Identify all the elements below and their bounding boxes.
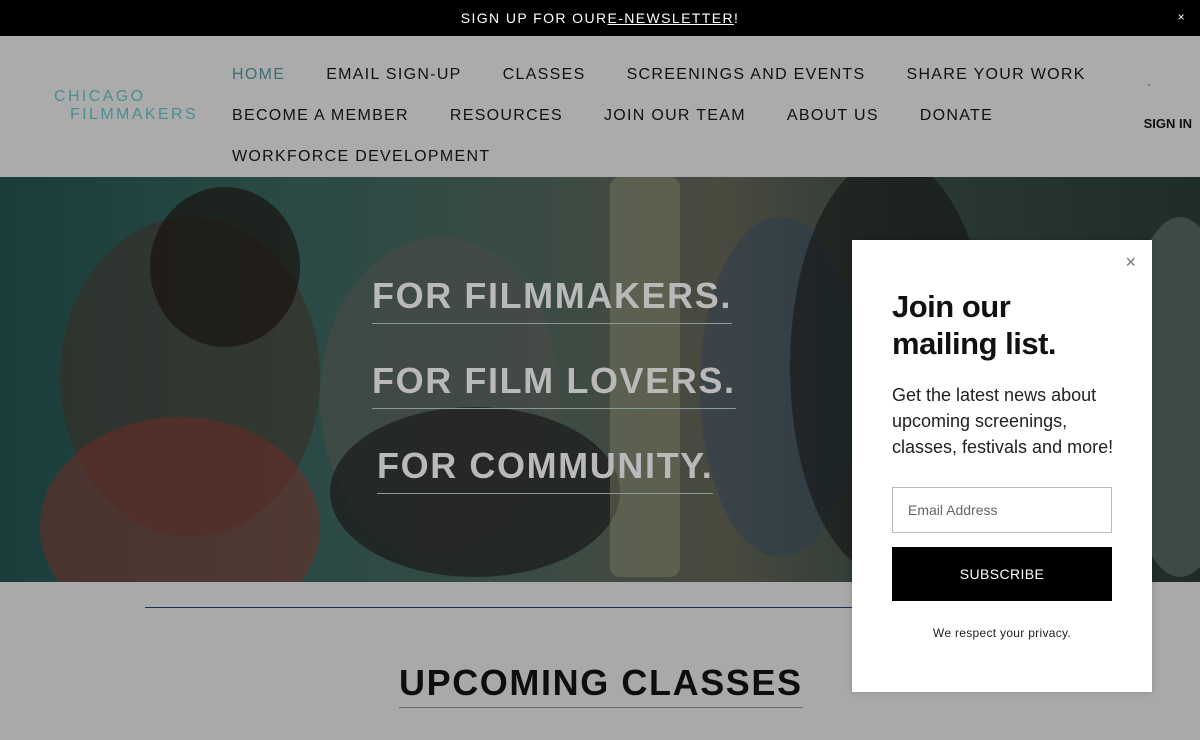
nav-item-join-team[interactable]: JOIN OUR TEAM (604, 107, 746, 125)
close-announcement-icon[interactable]: × (1178, 10, 1186, 24)
popup-title: Join our mailing list. (892, 289, 1057, 361)
close-popup-icon[interactable]: × (1125, 252, 1136, 273)
announcement-suffix: ! (733, 10, 740, 26)
announcement-text: SIGN UP FOR OUR (460, 10, 608, 26)
nav-item-about[interactable]: ABOUT US (787, 107, 879, 125)
site-header: CHICAGO FILMMAKERS HOME EMAIL SIGN-UP CL… (0, 36, 1200, 177)
hero-tagline-film-lovers: FOR FILM LOVERS. (372, 360, 736, 409)
nav-item-screenings[interactable]: SCREENINGS AND EVENTS (627, 66, 866, 84)
section-divider (145, 607, 865, 608)
email-field[interactable] (892, 487, 1112, 533)
subscribe-button[interactable]: SUBSCRIBE (892, 547, 1112, 601)
nav-item-workforce[interactable]: WORKFORCE DEVELOPMENT (232, 148, 490, 166)
section-heading: UPCOMING CLASSES (399, 662, 803, 708)
nav-item-share[interactable]: SHARE YOUR WORK (906, 66, 1085, 84)
logo-line-1: CHICAGO (54, 88, 146, 105)
main-nav: HOME EMAIL SIGN-UP CLASSES SCREENINGS AN… (232, 54, 1092, 177)
hero-tagline-community: FOR COMMUNITY. (377, 445, 714, 494)
nav-item-home[interactable]: HOME (232, 66, 285, 84)
sign-in-link[interactable]: SIGN IN (1144, 116, 1192, 131)
hero-photo-shape (150, 187, 300, 347)
hero-tagline-filmmakers: FOR FILMMAKERS. (372, 275, 732, 324)
announcement-bar: SIGN UP FOR OUR E-NEWSLETTER ! × (0, 0, 1200, 36)
privacy-note: We respect your privacy. (932, 626, 1072, 640)
e-newsletter-link[interactable]: E-NEWSLETTER (607, 10, 733, 26)
nav-item-email-signup[interactable]: EMAIL SIGN-UP (326, 66, 461, 84)
nav-item-donate[interactable]: DONATE (920, 107, 993, 125)
cart-dot (1148, 84, 1150, 86)
popup-description: Get the latest news about upcoming scree… (892, 385, 1114, 457)
logo-line-2: FILMMAKERS (70, 106, 199, 123)
nav-item-classes[interactable]: CLASSES (503, 66, 586, 84)
nav-item-member[interactable]: BECOME A MEMBER (232, 107, 409, 125)
site-logo[interactable]: CHICAGO FILMMAKERS (54, 88, 198, 124)
mailing-list-popup: × Join our mailing list. Get the latest … (852, 240, 1152, 692)
nav-item-resources[interactable]: RESOURCES (450, 107, 563, 125)
